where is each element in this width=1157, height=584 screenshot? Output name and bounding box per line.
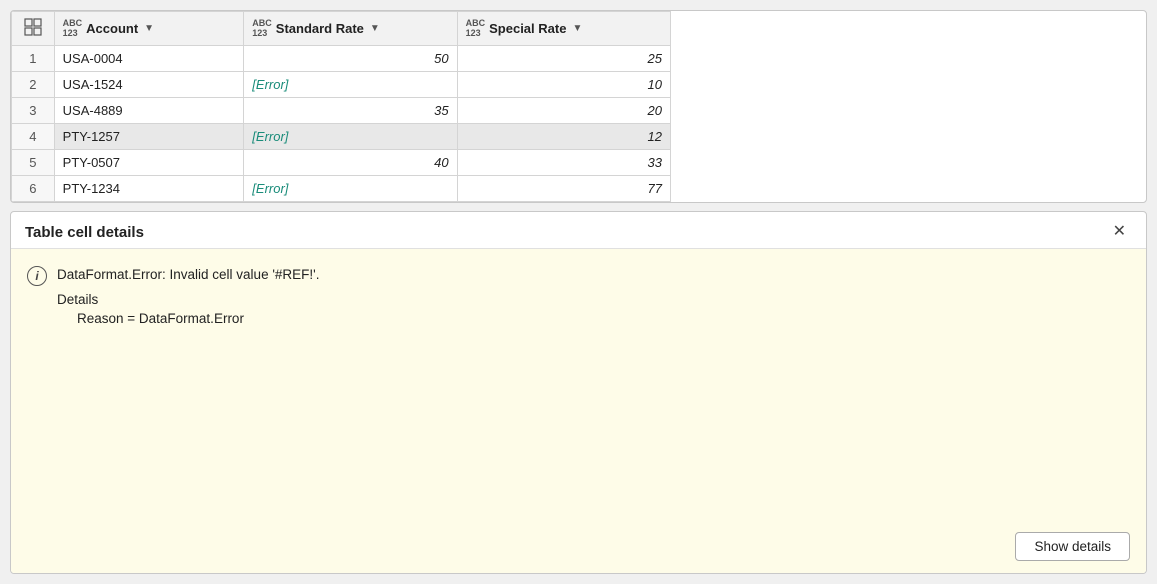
row-num-4: 4 (12, 124, 55, 150)
cell-special-rate-2[interactable]: 10 (457, 72, 670, 98)
details-content: i DataFormat.Error: Invalid cell value '… (11, 249, 1146, 573)
col-type-icon-special-rate: ABC123 (466, 19, 486, 39)
error-details-label: Details (57, 292, 1130, 307)
col-label-special-rate: Special Rate (489, 21, 566, 36)
col-label-account: Account (86, 21, 138, 36)
col-type-icon-account: ABC123 (63, 19, 83, 39)
row-num-5: 5 (12, 150, 55, 176)
cell-account-3[interactable]: USA-4889 (54, 98, 244, 124)
col-header-special-rate[interactable]: ABC123 Special Rate ▼ (457, 12, 670, 46)
cell-standard-rate-5[interactable]: 40 (244, 150, 457, 176)
col-header-standard-rate[interactable]: ABC123 Standard Rate ▼ (244, 12, 457, 46)
table-row[interactable]: 1USA-00045025 (12, 46, 671, 72)
details-header: Table cell details ✕ (11, 212, 1146, 249)
table-row[interactable]: 2USA-1524[Error]10 (12, 72, 671, 98)
col-dropdown-special-rate[interactable]: ▼ (572, 23, 582, 34)
cell-standard-rate-2[interactable]: [Error] (244, 72, 457, 98)
details-panel: Table cell details ✕ i DataFormat.Error:… (10, 211, 1147, 574)
cell-account-2[interactable]: USA-1524 (54, 72, 244, 98)
grid-icon (20, 18, 46, 39)
error-message-row: i DataFormat.Error: Invalid cell value '… (27, 265, 1130, 286)
table-section: ABC123 Account ▼ ABC123 Standard Rate ▼ (10, 10, 1147, 203)
show-details-button[interactable]: Show details (1015, 532, 1130, 561)
row-num-2: 2 (12, 72, 55, 98)
cell-standard-rate-3[interactable]: 35 (244, 98, 457, 124)
cell-standard-rate-4[interactable]: [Error] (244, 124, 457, 150)
table-row[interactable]: 3USA-48893520 (12, 98, 671, 124)
cell-standard-rate-1[interactable]: 50 (244, 46, 457, 72)
col-type-icon-standard-rate: ABC123 (252, 19, 272, 39)
col-dropdown-account[interactable]: ▼ (144, 23, 154, 34)
table-row[interactable]: 4PTY-1257[Error]12 (12, 124, 671, 150)
cell-special-rate-5[interactable]: 33 (457, 150, 670, 176)
close-button[interactable]: ✕ (1107, 222, 1132, 242)
cell-account-5[interactable]: PTY-0507 (54, 150, 244, 176)
col-header-account[interactable]: ABC123 Account ▼ (54, 12, 244, 46)
row-num-6: 6 (12, 176, 55, 202)
cell-special-rate-4[interactable]: 12 (457, 124, 670, 150)
show-details-row: Show details (27, 520, 1130, 561)
data-table: ABC123 Account ▼ ABC123 Standard Rate ▼ (11, 11, 671, 202)
col-dropdown-standard-rate[interactable]: ▼ (370, 23, 380, 34)
col-label-standard-rate: Standard Rate (276, 21, 364, 36)
table-row[interactable]: 5PTY-05074033 (12, 150, 671, 176)
row-num-3: 3 (12, 98, 55, 124)
cell-account-6[interactable]: PTY-1234 (54, 176, 244, 202)
details-title: Table cell details (25, 224, 144, 241)
row-num-1: 1 (12, 46, 55, 72)
info-icon: i (27, 266, 47, 286)
cell-account-4[interactable]: PTY-1257 (54, 124, 244, 150)
cell-account-1[interactable]: USA-0004 (54, 46, 244, 72)
error-reason: Reason = DataFormat.Error (77, 311, 1130, 326)
cell-standard-rate-6[interactable]: [Error] (244, 176, 457, 202)
cell-special-rate-3[interactable]: 20 (457, 98, 670, 124)
main-container: ABC123 Account ▼ ABC123 Standard Rate ▼ (0, 0, 1157, 584)
table-grid-icon-header (12, 12, 55, 46)
error-details-block: Details Reason = DataFormat.Error (57, 292, 1130, 326)
error-message-text: DataFormat.Error: Invalid cell value '#R… (57, 265, 320, 285)
table-row[interactable]: 6PTY-1234[Error]77 (12, 176, 671, 202)
cell-special-rate-1[interactable]: 25 (457, 46, 670, 72)
cell-special-rate-6[interactable]: 77 (457, 176, 670, 202)
